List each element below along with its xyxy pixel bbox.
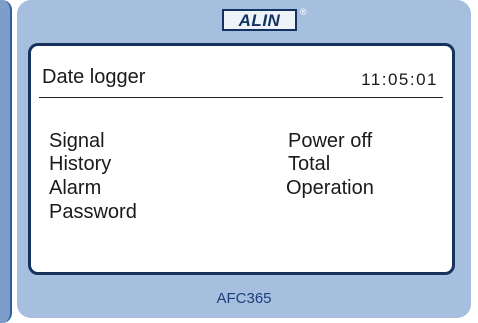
menu-item-operation[interactable]: Operation: [286, 178, 374, 198]
screen-title: Date logger: [42, 66, 146, 88]
clock-display: 11:05:01: [361, 70, 438, 89]
title-divider: [39, 97, 443, 98]
device-panel: ALIN ® AFC365 Date logger 11:05:01 Signa…: [0, 0, 478, 323]
menu-item-alarm[interactable]: Alarm: [49, 178, 101, 198]
menu-item-total[interactable]: Total: [288, 154, 330, 174]
menu-item-signal[interactable]: Signal: [49, 131, 105, 151]
menu-item-password[interactable]: Password: [49, 202, 137, 222]
adjacent-panel-edge: [0, 0, 12, 323]
registered-mark: ®: [300, 7, 307, 17]
lcd-screen: Date logger 11:05:01 Signal History Alar…: [28, 43, 455, 275]
model-label: AFC365: [216, 290, 272, 307]
menu-item-history[interactable]: History: [49, 154, 111, 174]
brand-logo-text: ALIN: [238, 10, 281, 30]
menu-item-power-off[interactable]: Power off: [288, 131, 372, 151]
brand-logo: ALIN: [222, 9, 297, 31]
